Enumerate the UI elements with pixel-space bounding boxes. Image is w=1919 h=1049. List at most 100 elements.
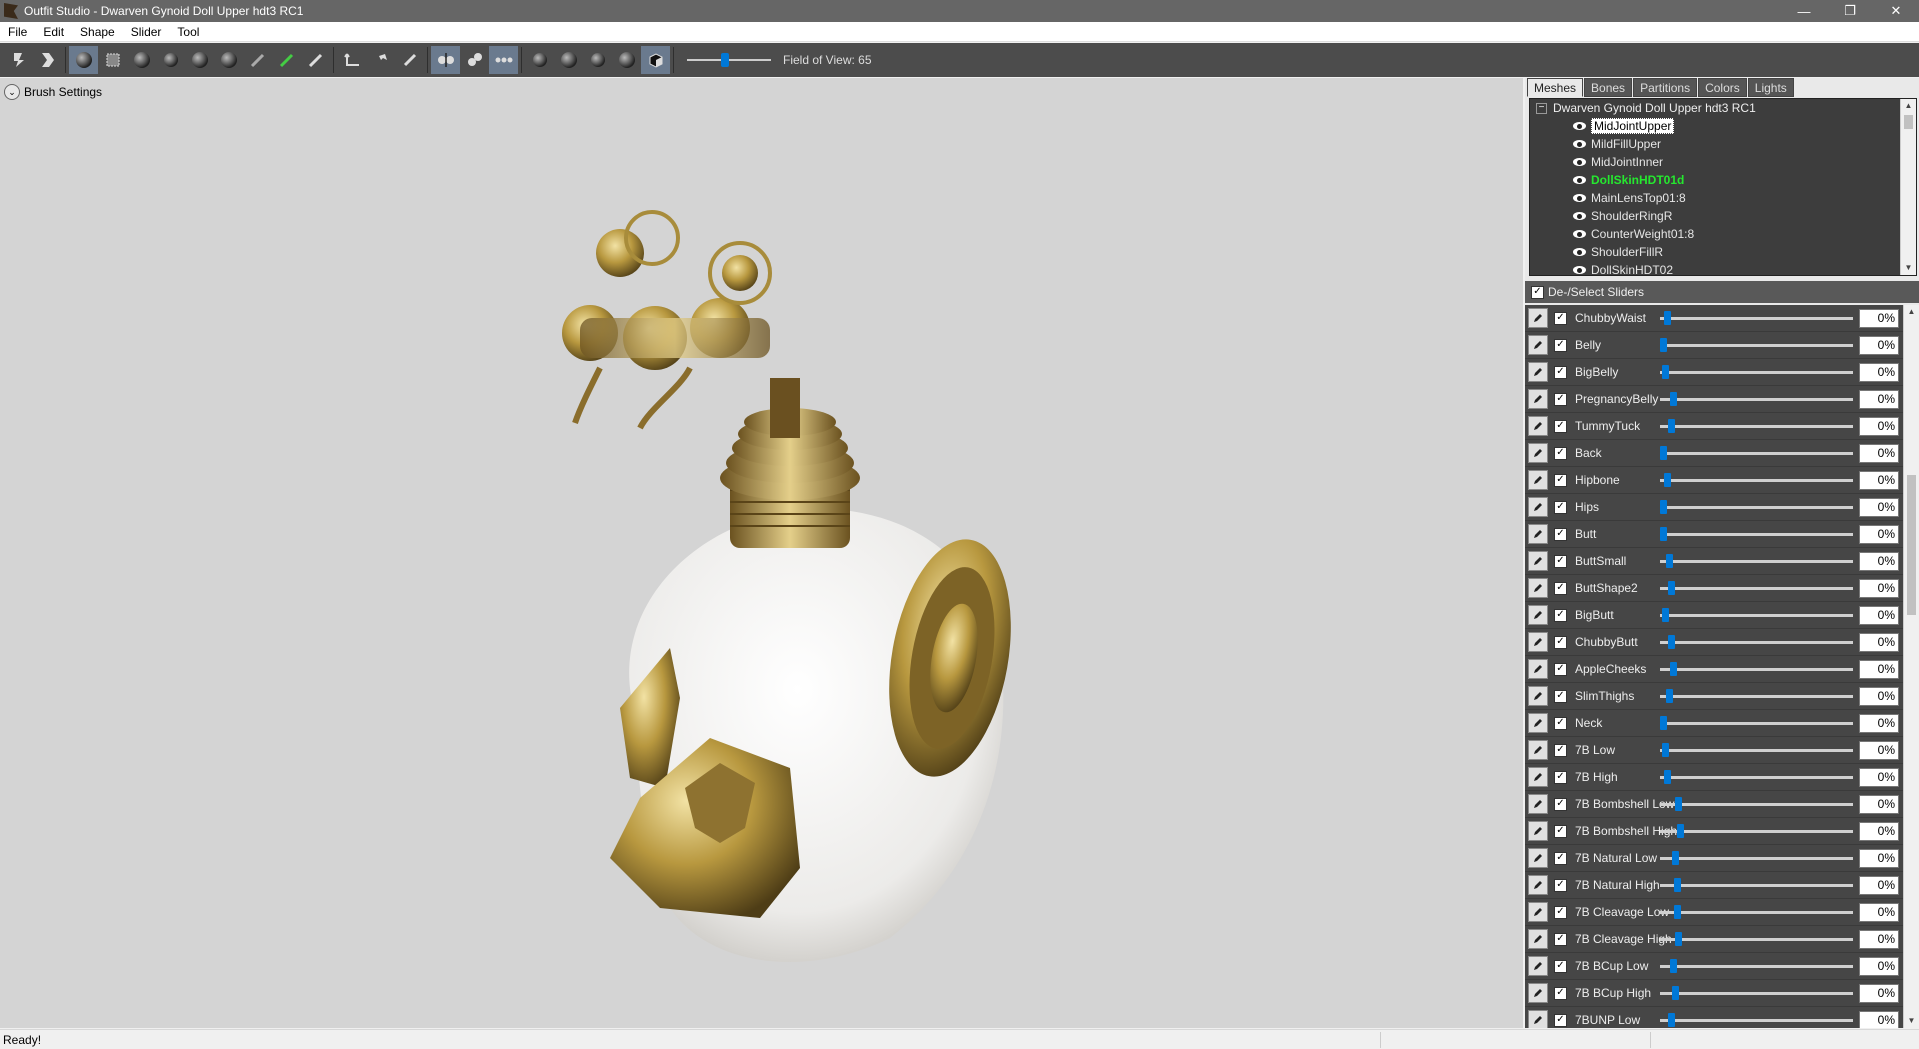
slider-track[interactable] [1660,533,1853,536]
slider-value-field[interactable]: 0% [1859,795,1899,814]
eye-visibility-icon[interactable] [1572,247,1588,257]
slider-thumb[interactable] [1671,986,1679,1000]
slider-checkbox[interactable]: ✓ [1554,554,1567,568]
edit-slider-button[interactable] [1528,524,1548,544]
slider-track[interactable] [1660,749,1853,752]
slider-thumb[interactable] [1675,932,1683,946]
tab-bones[interactable]: Bones [1584,78,1633,97]
slider-track[interactable] [1660,830,1853,833]
slider-thumb[interactable] [1669,959,1677,973]
edit-slider-button[interactable] [1528,686,1548,706]
weight-brush-button[interactable] [272,46,301,74]
slider-thumb[interactable] [1660,338,1667,352]
edit-slider-button[interactable] [1528,497,1548,517]
slider-value-field[interactable]: 0% [1859,309,1899,328]
slider-track[interactable] [1660,425,1853,428]
edit-slider-button[interactable] [1528,335,1548,355]
eye-visibility-icon[interactable] [1572,211,1588,221]
slider-value-field[interactable]: 0% [1859,417,1899,436]
slider-track[interactable] [1660,803,1853,806]
edit-slider-button[interactable] [1528,875,1548,895]
slider-value-field[interactable]: 0% [1859,957,1899,976]
undiff-brush-button[interactable] [243,46,272,74]
eye-visibility-icon[interactable] [1572,139,1588,149]
slider-value-field[interactable]: 0% [1859,741,1899,760]
slider-value-field[interactable]: 0% [1859,660,1899,679]
restore-button[interactable]: ❐ [1827,0,1873,22]
edit-slider-button[interactable] [1528,929,1548,949]
slider-track[interactable] [1660,884,1853,887]
view-left-button[interactable] [583,46,612,74]
tab-colors[interactable]: Colors [1698,78,1747,97]
view-back-button[interactable] [554,46,583,74]
slider-track[interactable] [1660,344,1853,347]
edit-slider-button[interactable] [1528,767,1548,787]
slider-checkbox[interactable]: ✓ [1554,527,1567,541]
slider-thumb[interactable] [1667,419,1675,433]
slider-value-field[interactable]: 0% [1859,498,1899,517]
slider-checkbox[interactable]: ✓ [1554,662,1567,676]
eye-visibility-icon[interactable] [1572,121,1588,131]
mesh-tree[interactable]: − Dwarven Gynoid Doll Upper hdt3 RC1 Mid… [1529,98,1917,276]
mesh-tree-item[interactable]: MidJointInner [1530,153,1916,171]
select-all-sliders-checkbox[interactable]: ✓ [1531,285,1544,299]
slider-checkbox[interactable]: ✓ [1554,851,1567,865]
slider-checkbox[interactable]: ✓ [1554,986,1567,1000]
menu-file[interactable]: File [0,25,35,39]
slider-thumb[interactable] [1673,878,1681,892]
slider-thumb[interactable] [1667,1013,1675,1027]
close-button[interactable]: ✕ [1873,0,1919,22]
slider-value-field[interactable]: 0% [1859,714,1899,733]
slider-value-field[interactable]: 0% [1859,930,1899,949]
edit-slider-button[interactable] [1528,713,1548,733]
transform-tool-button[interactable] [337,46,366,74]
slider-checkbox[interactable]: ✓ [1554,824,1567,838]
brush-settings-toggle[interactable]: ⌄ Brush Settings [4,84,102,100]
slider-track[interactable] [1660,317,1853,320]
slider-thumb[interactable] [1660,716,1667,730]
slider-thumb[interactable] [1677,824,1685,838]
edit-slider-button[interactable] [1528,848,1548,868]
slider-thumb[interactable] [1660,446,1667,460]
save-project-button[interactable] [4,46,33,74]
mesh-tree-item[interactable]: MidJointUpper [1530,117,1916,135]
smooth-brush-button[interactable] [214,46,243,74]
mesh-tree-root[interactable]: − Dwarven Gynoid Doll Upper hdt3 RC1 [1530,99,1916,117]
slider-value-field[interactable]: 0% [1859,606,1899,625]
slider-track[interactable] [1660,560,1853,563]
slider-value-field[interactable]: 0% [1859,1011,1899,1028]
color-brush-button[interactable] [301,46,330,74]
deflate-brush-button[interactable] [156,46,185,74]
slider-thumb[interactable] [1663,770,1671,784]
slider-value-field[interactable]: 0% [1859,633,1899,652]
edit-slider-button[interactable] [1528,821,1548,841]
slider-track[interactable] [1660,857,1853,860]
slider-thumb[interactable] [1671,851,1679,865]
slider-track[interactable] [1660,587,1853,590]
slider-track[interactable] [1660,776,1853,779]
slider-thumb[interactable] [1661,608,1669,622]
slider-checkbox[interactable]: ✓ [1554,635,1567,649]
edit-slider-button[interactable] [1528,740,1548,760]
tab-lights[interactable]: Lights [1747,78,1794,97]
global-brush-button[interactable] [489,46,518,74]
slider-thumb[interactable] [1667,581,1675,595]
slider-checkbox[interactable]: ✓ [1554,743,1567,757]
slider-thumb[interactable] [1675,797,1683,811]
slider-track[interactable] [1660,911,1853,914]
eye-visibility-icon[interactable] [1572,229,1588,239]
scroll-up-icon[interactable]: ▲ [1904,305,1919,319]
edit-slider-button[interactable] [1528,389,1548,409]
edit-slider-button[interactable] [1528,308,1548,328]
slider-value-field[interactable]: 0% [1859,822,1899,841]
slider-value-field[interactable]: 0% [1859,444,1899,463]
slider-list-scrollbar[interactable]: ▲ ▼ [1903,305,1919,1028]
mesh-tree-item[interactable]: DollSkinHDT01d [1530,171,1916,189]
slider-checkbox[interactable]: ✓ [1554,581,1567,595]
edit-slider-button[interactable] [1528,1010,1548,1028]
mesh-tree-item[interactable]: MainLensTop01:8 [1530,189,1916,207]
slider-thumb[interactable] [1660,500,1667,514]
menu-slider[interactable]: Slider [123,25,170,39]
slider-thumb[interactable] [1669,392,1677,406]
slider-checkbox[interactable]: ✓ [1554,797,1567,811]
